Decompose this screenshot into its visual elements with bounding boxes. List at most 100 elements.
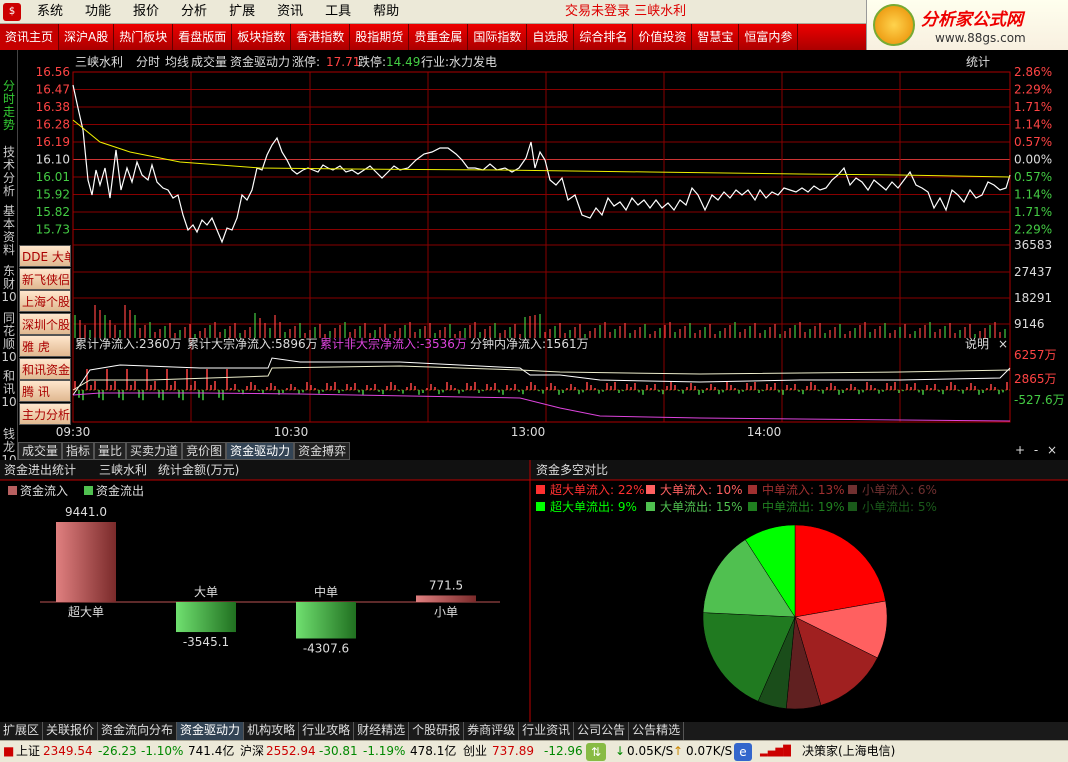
chart-header-7: 跌停:	[358, 54, 386, 69]
chart-svg: 三峡水利 分时 均线 成交量 资金驱动力 涨停: 17.71跌停: 14.49 行业:水力发电 统…	[36, 54, 1065, 439]
network-icon[interactable]: ⇅	[586, 743, 606, 761]
menu-item-3[interactable]: 分析	[170, 0, 218, 24]
app-icon[interactable]: $	[3, 3, 21, 21]
nav-item-9[interactable]: 自选股	[527, 24, 575, 50]
flow-header-4[interactable]: 说明	[965, 336, 989, 351]
nav-item-1[interactable]: 深沪A股	[59, 24, 115, 50]
sz-amount: 478.1亿	[410, 744, 457, 758]
nav-item-0[interactable]: 资讯主页	[0, 24, 60, 50]
flow-tick: -527.6万	[1014, 393, 1065, 407]
indicator-tab-4[interactable]: 竞价图	[182, 442, 227, 460]
logo-icon	[873, 4, 915, 46]
extension-tab-0[interactable]: 扩展区	[0, 722, 44, 740]
pie-legend-swatch	[848, 485, 857, 494]
nav-item-10[interactable]: 综合排名	[574, 24, 634, 50]
extension-tab-2[interactable]: 资金流向分布	[98, 722, 178, 740]
nav-item-4[interactable]: 板块指数	[232, 24, 292, 50]
menu-item-7[interactable]: 帮助	[362, 0, 410, 24]
flow-header-2: 累计非大宗净流入:-3536万	[320, 336, 467, 351]
nav-item-11[interactable]: 价值投资	[633, 24, 693, 50]
percent-tick: 0.00%	[1014, 153, 1052, 167]
nav-item-12[interactable]: 智慧宝	[692, 24, 740, 50]
flow-tick: 2865万	[1014, 372, 1057, 386]
bar-category-label: 大单	[194, 585, 218, 599]
upload-speed: 0.07K/S	[686, 744, 733, 758]
menu-item-5[interactable]: 资讯	[266, 0, 314, 24]
sh-change: -26.23	[98, 744, 137, 758]
right-panel-title: 资金多空对比	[536, 462, 608, 477]
indicator-tab-0[interactable]: 成交量	[18, 442, 63, 460]
browser-icon[interactable]: e	[734, 743, 752, 761]
percent-tick: 0.57%	[1014, 170, 1052, 184]
nav-item-6[interactable]: 股指期货	[350, 24, 410, 50]
menu-item-0[interactable]: 系统	[26, 0, 74, 24]
extension-tab-4[interactable]: 机构攻略	[244, 722, 300, 740]
extension-tab-5[interactable]: 行业攻略	[299, 722, 355, 740]
indicator-tab-3[interactable]: 买卖力道	[126, 442, 183, 460]
extension-tab-11[interactable]: 公告精选	[629, 722, 685, 740]
menu-item-1[interactable]: 功能	[74, 0, 122, 24]
time-tick: 09:30	[56, 425, 91, 439]
time-tick: 10:30	[274, 425, 309, 439]
pie-legend-swatch	[748, 502, 757, 511]
pie-legend-label: 超大单流入: 22%	[550, 482, 645, 497]
nav-bar: 资讯主页 深沪A股 热门板块 看盘版面 板块指数 香港指数 股指期货 贵重金属 国际指数 自选股综…	[0, 24, 866, 50]
menu-item-2[interactable]: 报价	[122, 0, 170, 24]
chart-header-9: 行业:水力发电	[421, 54, 497, 69]
logo-title: 分析家公式网	[921, 10, 1023, 30]
percent-tick: 0.57%	[1014, 135, 1052, 149]
cy-index: 737.89	[492, 744, 534, 758]
extension-tab-7[interactable]: 个股研报	[409, 722, 465, 740]
menu-item-4[interactable]: 扩展	[218, 0, 266, 24]
indicator-tab-1[interactable]: 指标	[62, 442, 95, 460]
pie-legend-swatch	[748, 485, 757, 494]
extension-tab-1[interactable]: 关联报价	[43, 722, 99, 740]
extension-tab-6[interactable]: 财经精选	[354, 722, 410, 740]
pie-legend-label: 小单流出: 5%	[862, 500, 937, 514]
nav-item-3[interactable]: 看盘版面	[173, 24, 233, 50]
app-name: 决策家(上海电信)	[802, 744, 896, 758]
percent-tick: 2.29%	[1014, 223, 1052, 237]
nav-item-13[interactable]: 恒富内参	[739, 24, 799, 50]
legend-outflow: 资金流出	[96, 483, 144, 498]
chart-header-2: 均线	[165, 55, 189, 69]
menu-item-6[interactable]: 工具	[314, 0, 362, 24]
time-tick: 14:00	[747, 425, 782, 439]
price-tick: 16.56	[36, 65, 70, 79]
pie-legend-label: 中单流入: 13%	[762, 482, 845, 497]
sz-change: -30.81	[319, 744, 358, 758]
extension-tab-10[interactable]: 公司公告	[574, 722, 630, 740]
flow-header-5[interactable]: ×	[998, 337, 1008, 351]
zoom-out-button[interactable]: -	[1028, 442, 1044, 459]
indicator-tab-6[interactable]: 资金搏弈	[294, 442, 351, 460]
sz-label: 沪深	[240, 744, 265, 758]
fund-panel: 资金进出统计 三峡水利 统计金额(万元) 资金流入 资金流出 9441.0 超大单 -3545…	[0, 460, 1068, 722]
bar-1	[176, 602, 236, 633]
extension-tab-8[interactable]: 券商评级	[464, 722, 520, 740]
indicator-tab-2[interactable]: 量比	[94, 442, 127, 460]
bar-category-label: 小单	[434, 605, 458, 619]
flow-header-1: 累计大宗净流入:5896万	[187, 336, 318, 351]
pie-legend-label: 中单流出: 19%	[762, 499, 845, 514]
sh-percent: -1.10%	[141, 744, 184, 758]
extension-tab-9[interactable]: 行业资讯	[519, 722, 575, 740]
left-panel-stock: 三峡水利	[99, 463, 147, 477]
nav-item-2[interactable]: 热门板块	[114, 24, 174, 50]
nav-item-5[interactable]: 香港指数	[291, 24, 351, 50]
zoom-in-button[interactable]: +	[1012, 442, 1028, 459]
login-status: 交易未登录 三峡水利	[565, 4, 687, 19]
price-line	[72, 84, 1011, 244]
legend-outflow-swatch	[84, 486, 93, 495]
close-panel-button[interactable]: ×	[1044, 442, 1060, 459]
non-block-flow-line	[72, 392, 1011, 422]
volume-tick: 18291	[1014, 291, 1052, 305]
down-arrow-icon: ↓	[615, 744, 626, 758]
extension-tab-3[interactable]: 资金驱动力	[177, 722, 245, 740]
percent-tick: 1.14%	[1014, 188, 1052, 202]
price-tick: 15.92	[36, 188, 70, 202]
nav-item-8[interactable]: 国际指数	[468, 24, 528, 50]
price-tick: 16.47	[36, 83, 70, 97]
indicator-tab-5[interactable]: 资金驱动力	[226, 442, 295, 460]
percent-tick: 1.14%	[1014, 118, 1052, 132]
nav-item-7[interactable]: 贵重金属	[409, 24, 469, 50]
